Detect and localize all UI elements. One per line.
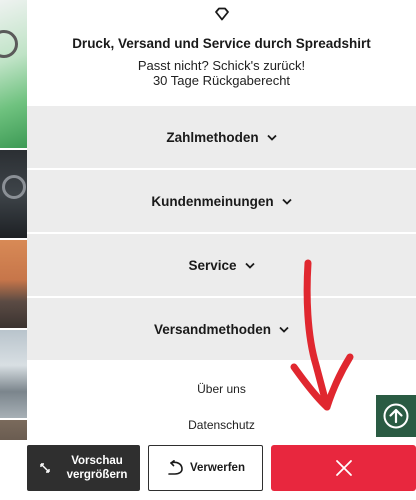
accordion-reviews[interactable]: Kundenmeinungen <box>27 170 416 234</box>
accordion-label: Service <box>188 257 237 273</box>
info-accordion: Zahlmethoden Kundenmeinungen Service Ver… <box>27 106 416 362</box>
product-image <box>0 330 27 418</box>
accordion-label: Zahlmethoden <box>166 129 259 145</box>
accordion-shipping-methods[interactable]: Versandmethoden <box>27 298 416 362</box>
chevron-down-icon <box>279 326 289 333</box>
expand-icon <box>40 463 50 473</box>
footer-link-about[interactable]: Über uns <box>27 382 416 396</box>
discard-label: Verwerfen <box>190 462 245 474</box>
diamond-icon <box>215 7 229 21</box>
accordion-service[interactable]: Service <box>27 234 416 298</box>
product-image <box>0 240 27 328</box>
close-button[interactable] <box>271 445 416 491</box>
accordion-label: Versandmethoden <box>153 321 272 337</box>
service-title: Druck, Versand und Service durch Spreads… <box>72 36 371 51</box>
chevron-down-icon <box>244 262 255 269</box>
return-period-line: 30 Tage Rückgaberecht <box>152 73 291 88</box>
accordion-label: Kundenmeinungen <box>151 193 274 209</box>
arrow-up-circle-icon <box>383 403 409 429</box>
product-image <box>0 0 27 148</box>
background-product-images <box>0 0 27 500</box>
footer-link-privacy[interactable]: Datenschutz <box>27 418 416 432</box>
product-detail-panel: Druck, Versand und Service durch Spreads… <box>27 0 416 500</box>
accordion-payment-methods[interactable]: Zahlmethoden <box>27 106 416 170</box>
close-icon <box>335 460 352 476</box>
scroll-to-top-button[interactable] <box>376 395 416 437</box>
undo-icon <box>168 460 183 475</box>
chevron-down-icon <box>266 134 277 141</box>
return-policy-line: Passt nicht? Schick's zurück! <box>137 58 306 73</box>
chevron-down-icon <box>281 198 292 205</box>
enlarge-preview-button[interactable]: Vorschau vergrößern <box>27 445 140 491</box>
product-image <box>0 150 27 238</box>
discard-button[interactable]: Verwerfen <box>148 445 263 491</box>
enlarge-preview-label: Vorschau vergrößern <box>66 455 128 481</box>
bottom-action-bar: Vorschau vergrößern Verwerfen <box>0 440 416 500</box>
